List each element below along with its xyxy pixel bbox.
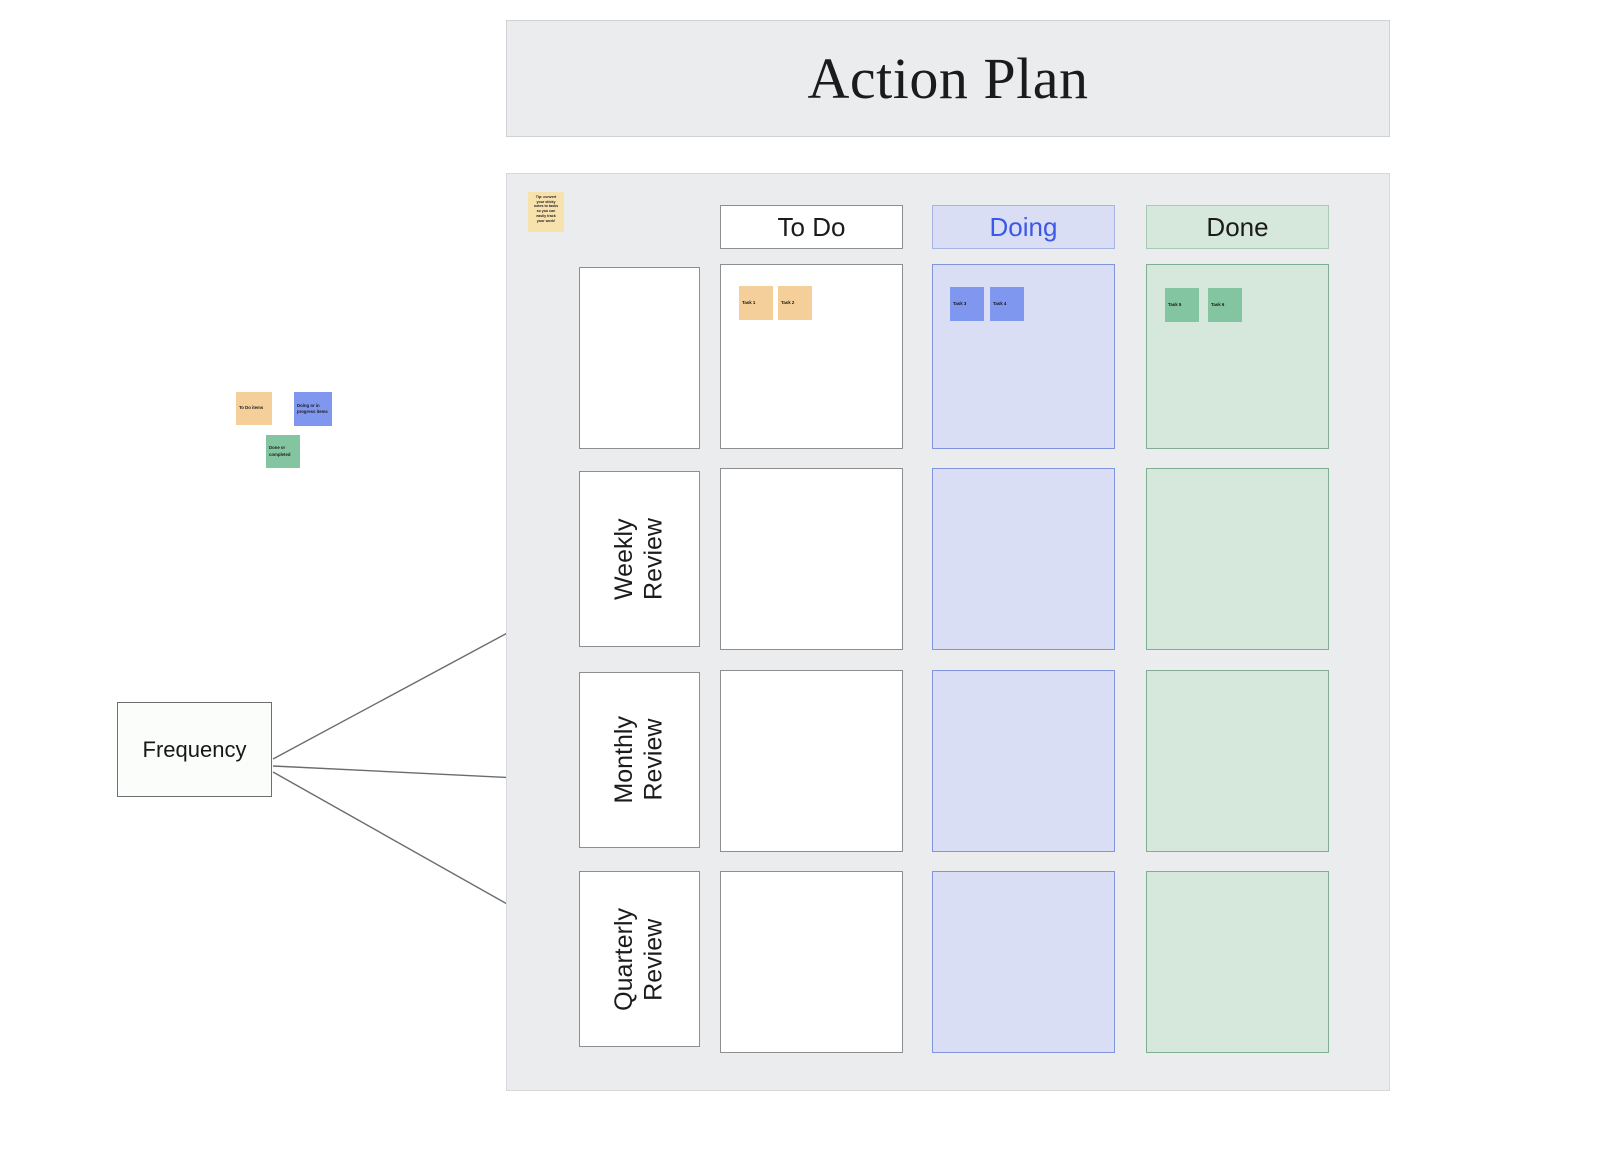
cell-todo-weekly[interactable] bbox=[720, 468, 903, 650]
row-label-monthly-review[interactable]: Monthly Review bbox=[579, 672, 700, 848]
cell-done-weekly[interactable] bbox=[1146, 468, 1329, 650]
title-banner: Action Plan bbox=[506, 20, 1390, 137]
row-label-monthly-review-text: Monthly Review bbox=[610, 716, 668, 804]
frequency-node[interactable]: Frequency bbox=[117, 702, 272, 797]
cell-todo-monthly[interactable] bbox=[720, 670, 903, 852]
legend-sticky-done[interactable]: Done or completed bbox=[266, 435, 300, 468]
task-card-6-label: Task 6 bbox=[1211, 301, 1225, 307]
legend-sticky-doing-text: Doing or in progress items bbox=[297, 402, 328, 414]
cell-doing-quarterly[interactable] bbox=[932, 871, 1115, 1053]
task-card-3[interactable]: Task 3 bbox=[950, 287, 984, 321]
row-label-unlabeled[interactable] bbox=[579, 267, 700, 449]
row-label-quarterly-review-text: Quarterly Review bbox=[610, 907, 668, 1011]
task-card-3-label: Task 3 bbox=[953, 300, 967, 306]
task-card-6[interactable]: Task 6 bbox=[1208, 288, 1242, 322]
task-card-2-label: Task 2 bbox=[781, 299, 795, 305]
row-label-weekly-review[interactable]: Weekly Review bbox=[579, 471, 700, 647]
column-header-doing-label: Doing bbox=[989, 211, 1058, 242]
frequency-node-label: Frequency bbox=[142, 736, 247, 762]
task-card-4-label: Task 4 bbox=[993, 300, 1007, 306]
column-header-todo-label: To Do bbox=[777, 211, 846, 242]
row-label-weekly-review-text: Weekly Review bbox=[610, 518, 668, 600]
diagram-canvas: Action Plan Tip: convert your sticky not… bbox=[0, 0, 1600, 1153]
column-header-todo[interactable]: To Do bbox=[720, 205, 903, 249]
column-header-doing[interactable]: Doing bbox=[932, 205, 1115, 249]
legend-sticky-done-text: Done or completed bbox=[269, 445, 291, 457]
task-card-2[interactable]: Task 2 bbox=[778, 286, 812, 320]
cell-todo-quarterly[interactable] bbox=[720, 871, 903, 1053]
cell-done-quarterly[interactable] bbox=[1146, 871, 1329, 1053]
task-card-4[interactable]: Task 4 bbox=[990, 287, 1024, 321]
task-card-1[interactable]: Task 1 bbox=[739, 286, 773, 320]
legend-sticky-todo-text: To Do items bbox=[239, 405, 264, 411]
legend-sticky-todo[interactable]: To Do items bbox=[236, 392, 272, 425]
tip-sticky-note[interactable]: Tip: convert your sticky notes to tasks … bbox=[528, 192, 564, 232]
row-label-quarterly-review[interactable]: Quarterly Review bbox=[579, 871, 700, 1047]
task-card-5[interactable]: Task 5 bbox=[1165, 288, 1199, 322]
cell-doing-weekly[interactable] bbox=[932, 468, 1115, 650]
cell-done-monthly[interactable] bbox=[1146, 670, 1329, 852]
legend-sticky-doing[interactable]: Doing or in progress items bbox=[294, 392, 332, 426]
page-title: Action Plan bbox=[807, 45, 1089, 111]
task-card-5-label: Task 5 bbox=[1168, 301, 1182, 307]
column-header-done[interactable]: Done bbox=[1146, 205, 1329, 249]
tip-sticky-note-text: Tip: convert your sticky notes to tasks … bbox=[533, 195, 559, 223]
column-header-done-label: Done bbox=[1206, 211, 1269, 242]
cell-doing-monthly[interactable] bbox=[932, 670, 1115, 852]
task-card-1-label: Task 1 bbox=[742, 299, 756, 305]
